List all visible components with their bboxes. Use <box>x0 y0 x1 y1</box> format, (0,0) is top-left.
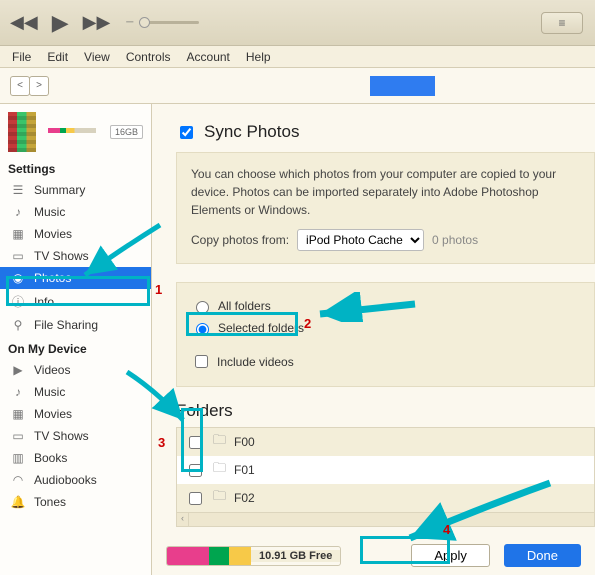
camera-icon: ◉ <box>10 271 26 285</box>
tv-icon: ▭ <box>10 249 26 263</box>
film-icon: ▦ <box>10 407 26 421</box>
copy-from-label: Copy photos from: <box>191 231 289 249</box>
sidebar-item-books[interactable]: ▥Books <box>0 447 151 469</box>
sidebar-item-tones[interactable]: 🔔Tones <box>0 491 151 513</box>
volume-control[interactable]: ─ <box>126 17 199 28</box>
photo-count: 0 photos <box>432 231 478 249</box>
sidebar: 16GB Settings ☰Summary ♪Music ▦Movies ▭T… <box>0 104 152 575</box>
menu-edit[interactable]: Edit <box>41 48 74 66</box>
folder-checkbox[interactable] <box>189 492 202 505</box>
device-header: 16GB <box>0 108 151 156</box>
headphones-icon: ◠ <box>10 473 26 487</box>
folder-checkbox[interactable] <box>189 464 202 477</box>
folder-scrollbar[interactable]: ‹ <box>177 512 594 526</box>
include-videos-checkbox[interactable] <box>195 355 208 368</box>
menu-view[interactable]: View <box>78 48 116 66</box>
footer-bar: 10.91 GB Free Apply Done <box>166 544 581 567</box>
device-capacity-badge: 16GB <box>110 125 143 139</box>
folder-icon: 🗀 <box>213 487 226 509</box>
menu-help[interactable]: Help <box>240 48 277 66</box>
option-selected-folders[interactable]: Selected folders <box>191 317 580 339</box>
folder-row[interactable]: 🗀 F02 <box>177 484 594 512</box>
music-icon: ♪ <box>10 385 26 399</box>
music-icon: ♪ <box>10 205 26 219</box>
play-button[interactable]: ▶ <box>52 10 69 36</box>
tv-icon: ▭ <box>10 429 26 443</box>
folder-icon: 🗀 <box>213 431 226 453</box>
sidebar-item-audiobooks[interactable]: ◠Audiobooks <box>0 469 151 491</box>
sidebar-header-ondevice: On My Device <box>0 336 151 359</box>
sidebar-item-summary[interactable]: ☰Summary <box>0 179 151 201</box>
nav-forward-button[interactable]: > <box>29 76 49 96</box>
folder-row[interactable]: 🗀 F01 <box>177 456 594 484</box>
sidebar-item-videos[interactable]: ▶Videos <box>0 359 151 381</box>
sync-photos-title: Sync Photos <box>176 122 595 142</box>
option-all-folders[interactable]: All folders <box>191 295 580 317</box>
sidebar-item-movies[interactable]: ▦Movies <box>0 223 151 245</box>
list-icon: ☰ <box>10 183 26 197</box>
bell-icon: 🔔 <box>10 495 26 509</box>
film-icon: ▦ <box>10 227 26 241</box>
menu-account[interactable]: Account <box>181 48 236 66</box>
free-space-label: 10.91 GB Free <box>251 550 340 562</box>
sidebar-item-tvshows[interactable]: ▭TV Shows <box>0 245 151 267</box>
storage-bar: 10.91 GB Free <box>166 546 341 566</box>
nav-row: < > <box>0 68 595 104</box>
folder-list: 🗀 F00 🗀 F01 🗀 F02 ‹ <box>176 427 595 527</box>
device-name-redacted <box>370 76 435 96</box>
sidebar-item-filesharing[interactable]: ⚲File Sharing <box>0 314 151 336</box>
rewind-button[interactable]: ◀◀ <box>10 12 38 33</box>
sidebar-item-music[interactable]: ♪Music <box>0 201 151 223</box>
folder-row[interactable]: 🗀 F00 <box>177 428 594 456</box>
playback-controls: ◀◀ ▶ ▶▶ <box>10 10 110 36</box>
sidebar-item-photos[interactable]: ◉Photos <box>0 267 151 289</box>
copy-from-select[interactable]: iPod Photo Cache <box>297 229 424 251</box>
forward-button[interactable]: ▶▶ <box>83 12 111 33</box>
video-icon: ▶ <box>10 363 26 377</box>
sync-photos-checkbox[interactable] <box>180 126 193 139</box>
sidebar-item-tvshows2[interactable]: ▭TV Shows <box>0 425 151 447</box>
folder-icon: 🗀 <box>213 459 226 481</box>
info-icon: ⓘ <box>10 293 26 310</box>
include-videos-row[interactable]: Include videos <box>191 349 580 374</box>
menu-controls[interactable]: Controls <box>120 48 177 66</box>
list-menu-button[interactable]: ≡ <box>541 12 583 34</box>
sync-description-box: You can choose which photos from your co… <box>176 152 595 264</box>
folders-header: Folders <box>176 401 595 421</box>
book-icon: ▥ <box>10 451 26 465</box>
sidebar-header-settings: Settings <box>0 156 151 179</box>
selected-folders-radio[interactable] <box>196 323 209 336</box>
content-pane: Sync Photos You can choose which photos … <box>152 104 595 575</box>
titlebar: ◀◀ ▶ ▶▶ ─ ≡ <box>0 0 595 46</box>
device-capacity-bar <box>48 128 96 133</box>
sidebar-item-movies2[interactable]: ▦Movies <box>0 403 151 425</box>
apply-button[interactable]: Apply <box>411 544 490 567</box>
menu-file[interactable]: File <box>6 48 37 66</box>
all-folders-radio[interactable] <box>196 301 209 314</box>
folder-options-box: All folders Selected folders Include vid… <box>176 282 595 387</box>
device-thumbnail-icon <box>8 112 36 152</box>
folder-checkbox[interactable] <box>189 436 202 449</box>
done-button[interactable]: Done <box>504 544 581 567</box>
sidebar-item-music2[interactable]: ♪Music <box>0 381 151 403</box>
nav-back-button[interactable]: < <box>10 76 30 96</box>
sidebar-item-info[interactable]: ⓘInfo <box>0 289 151 314</box>
menubar: File Edit View Controls Account Help <box>0 46 595 68</box>
share-icon: ⚲ <box>10 318 26 332</box>
sync-description-text: You can choose which photos from your co… <box>191 165 580 219</box>
